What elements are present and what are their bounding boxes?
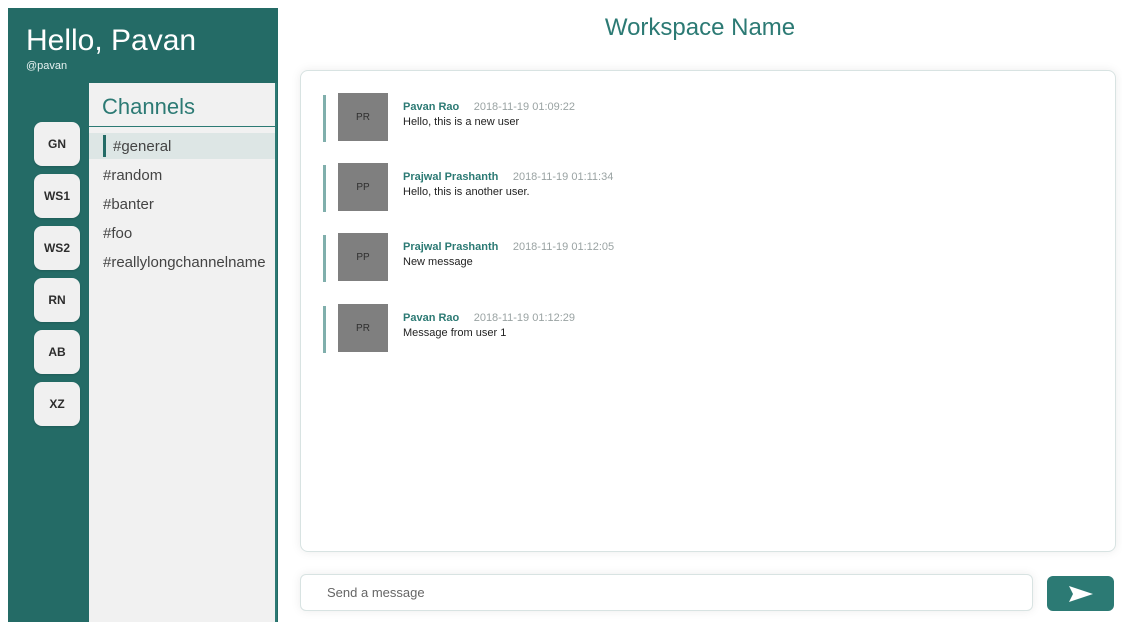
workspace-button-rn[interactable]: RN [34, 278, 80, 322]
top-spacer [0, 0, 1122, 8]
avatar: PP [338, 233, 388, 281]
message-list: PR Pavan Rao 2018-11-19 01:09:22 Hello, … [300, 70, 1116, 552]
channel-reallylongchannelname[interactable]: #reallylongchannelname [89, 249, 275, 275]
message-author: Prajwal Prashanth [403, 241, 499, 253]
message-item: PP Prajwal Prashanth 2018-11-19 01:12:05… [323, 233, 1083, 283]
channel-label: #foo [103, 224, 133, 242]
send-button[interactable] [1047, 576, 1114, 611]
channels-panel: Channels #general #random #banter #foo #… [89, 83, 277, 622]
message-input[interactable] [300, 574, 1033, 611]
channel-general[interactable]: #general [89, 133, 275, 159]
workspace-button-gn[interactable]: GN [34, 122, 80, 166]
avatar: PR [338, 304, 388, 352]
message-accent-bar [323, 235, 326, 282]
user-handle: @pavan [26, 60, 68, 72]
message-author: Prajwal Prashanth [403, 171, 499, 183]
message-accent-bar [323, 95, 326, 142]
workspace-title: Workspace Name [604, 14, 796, 41]
channel-banter[interactable]: #banter [89, 191, 275, 217]
avatar: PR [338, 93, 388, 141]
message-timestamp: 2018-11-19 01:09:22 [473, 101, 576, 113]
message-header: Pavan Rao 2018-11-19 01:12:29 [403, 308, 576, 324]
message-author: Pavan Rao [403, 101, 460, 113]
message-header: Pavan Rao 2018-11-19 01:09:22 [403, 97, 576, 113]
message-header: Prajwal Prashanth 2018-11-19 01:11:34 [403, 167, 614, 183]
message-item: PP Prajwal Prashanth 2018-11-19 01:11:34… [323, 163, 1083, 213]
message-text: Hello, this is another user. [403, 186, 530, 198]
message-text: Hello, this is a new user [403, 116, 520, 128]
message-accent-bar [323, 306, 326, 353]
message-timestamp: 2018-11-19 01:12:29 [473, 312, 576, 324]
message-author: Pavan Rao [403, 312, 460, 324]
message-header: Prajwal Prashanth 2018-11-19 01:12:05 [403, 237, 615, 253]
message-text: Message from user 1 [403, 327, 507, 339]
message-item: PR Pavan Rao 2018-11-19 01:12:29 Message… [323, 304, 1083, 354]
message-composer [300, 574, 1033, 611]
message-accent-bar [323, 165, 326, 212]
message-item: PR Pavan Rao 2018-11-19 01:09:22 Hello, … [323, 93, 1083, 143]
workspace-button-xz[interactable]: XZ [34, 382, 80, 426]
workspace-button-ws2[interactable]: WS2 [34, 226, 80, 270]
user-greeting: Hello, Pavan [26, 24, 197, 57]
message-timestamp: 2018-11-19 01:12:05 [512, 241, 615, 253]
channel-label: #reallylongchannelname [103, 253, 266, 271]
message-text: New message [403, 256, 473, 268]
channel-label: #random [103, 166, 163, 184]
channel-label: #banter [103, 195, 154, 213]
send-arrow-icon [1068, 585, 1093, 602]
message-timestamp: 2018-11-19 01:11:34 [512, 171, 614, 183]
workspace-button-ab[interactable]: AB [34, 330, 80, 374]
workspace-list: GN WS1 WS2 RN AB XZ [34, 122, 80, 434]
channel-foo[interactable]: #foo [89, 220, 275, 246]
channels-title: Channels [89, 83, 275, 127]
channel-random[interactable]: #random [89, 162, 275, 188]
channel-label: #general [113, 137, 172, 155]
workspace-button-ws1[interactable]: WS1 [34, 174, 80, 218]
avatar: PP [338, 163, 388, 211]
